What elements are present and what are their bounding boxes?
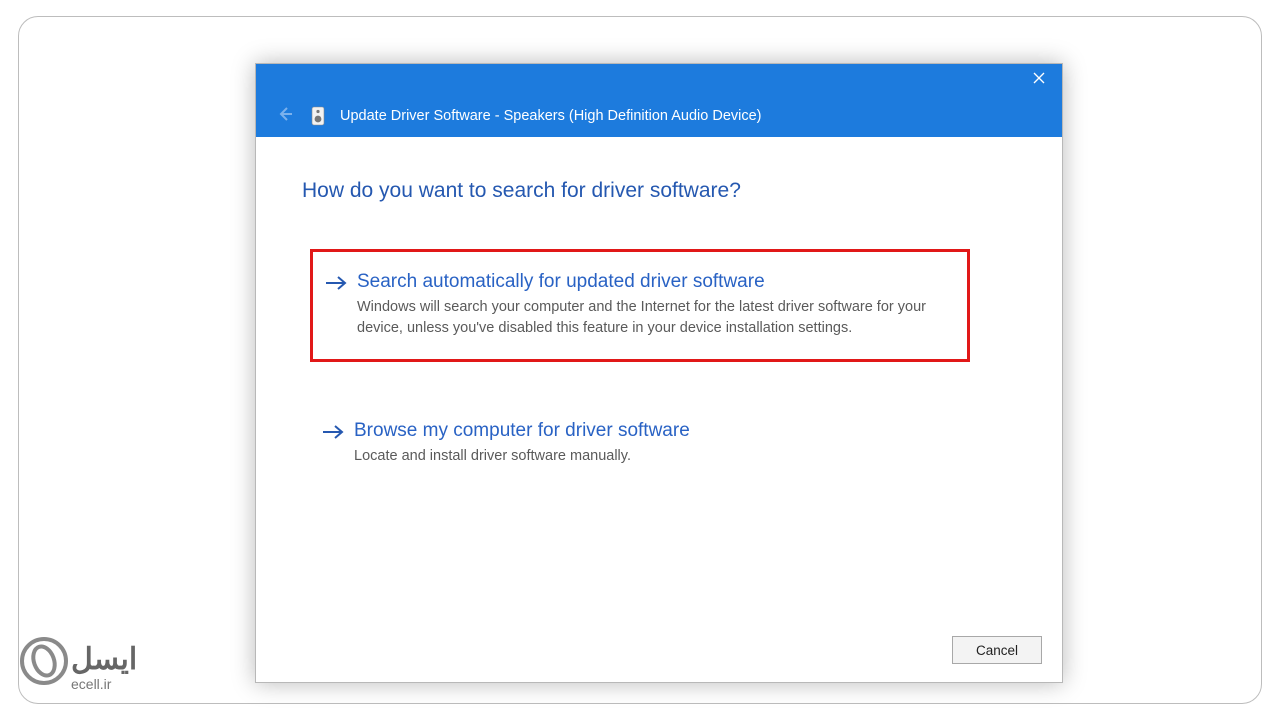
dialog-title: Update Driver Software - Speakers (High …	[340, 108, 762, 124]
option-text: Browse my computer for driver software L…	[354, 419, 948, 467]
titlebar	[256, 64, 1062, 95]
close-icon	[1033, 71, 1045, 89]
arrow-right-icon	[322, 419, 344, 467]
dialog-question: How do you want to search for driver sof…	[302, 179, 741, 203]
dialog-header: Update Driver Software - Speakers (High …	[256, 95, 1062, 137]
option-description: Windows will search your computer and th…	[357, 297, 945, 339]
update-driver-dialog: Update Driver Software - Speakers (High …	[255, 63, 1063, 683]
option-title: Browse my computer for driver software	[354, 419, 948, 444]
dialog-body: How do you want to search for driver sof…	[256, 137, 1062, 682]
option-title: Search automatically for updated driver …	[357, 270, 945, 295]
watermark: ایسل ecell.ir	[19, 621, 199, 691]
arrow-right-icon	[325, 270, 347, 339]
option-search-automatically[interactable]: Search automatically for updated driver …	[310, 249, 970, 362]
back-button[interactable]	[274, 105, 296, 127]
watermark-url: ecell.ir	[71, 677, 111, 691]
close-button[interactable]	[1016, 64, 1062, 95]
watermark-text: ایسل ecell.ir	[71, 645, 137, 691]
option-browse-computer[interactable]: Browse my computer for driver software L…	[310, 409, 970, 487]
option-description: Locate and install driver software manua…	[354, 446, 948, 467]
back-arrow-icon	[276, 105, 294, 128]
page-frame: Update Driver Software - Speakers (High …	[18, 16, 1262, 704]
dialog-button-row: Cancel	[952, 636, 1042, 664]
watermark-logo-icon	[19, 636, 71, 691]
option-text: Search automatically for updated driver …	[357, 270, 945, 339]
speaker-device-icon	[310, 106, 326, 126]
watermark-brand: ایسل	[71, 645, 137, 675]
cancel-button[interactable]: Cancel	[952, 636, 1042, 664]
